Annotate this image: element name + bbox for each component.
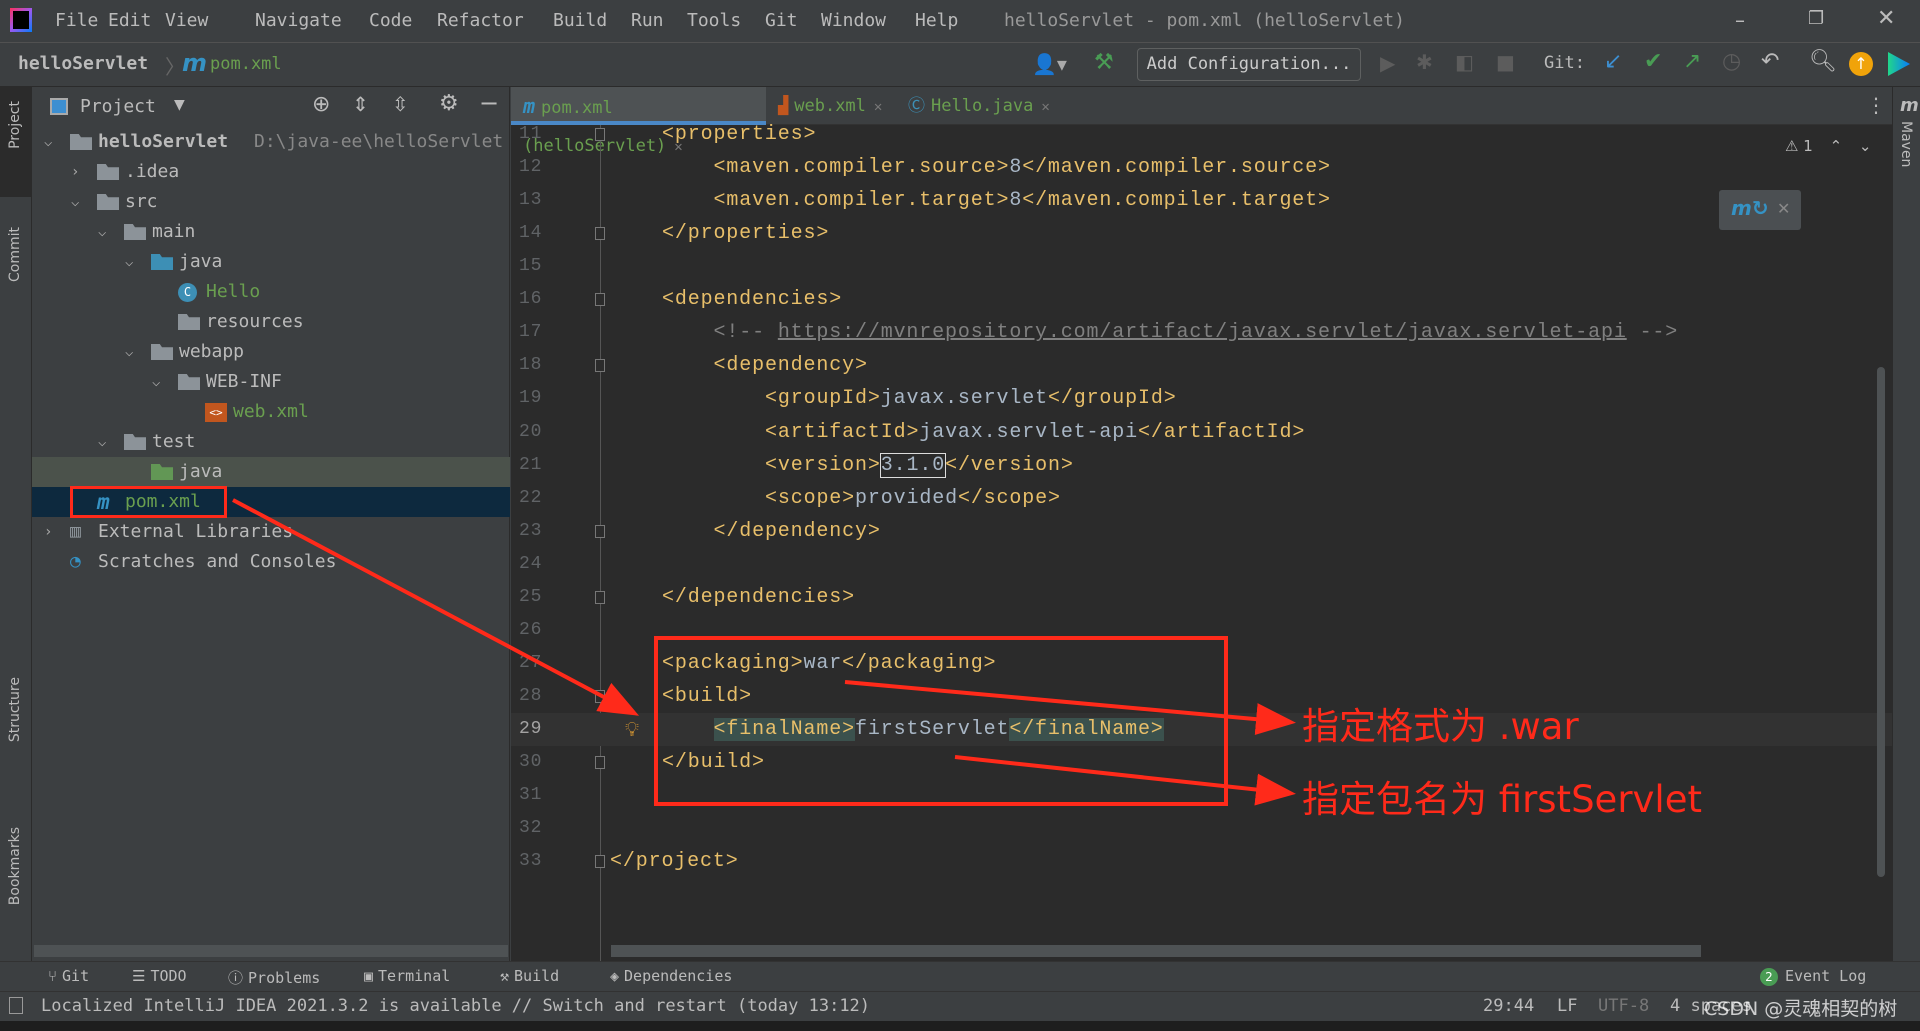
annotation-arrows [232,498,1296,806]
arrow-packaging [844,680,1296,736]
arrow-pom-to-build [232,498,640,716]
arrow-finalname [954,755,1296,806]
annotation-format: 指定格式为 .war [1302,705,1579,748]
annotation-name: 指定包名为 firstServlet [1302,778,1702,821]
